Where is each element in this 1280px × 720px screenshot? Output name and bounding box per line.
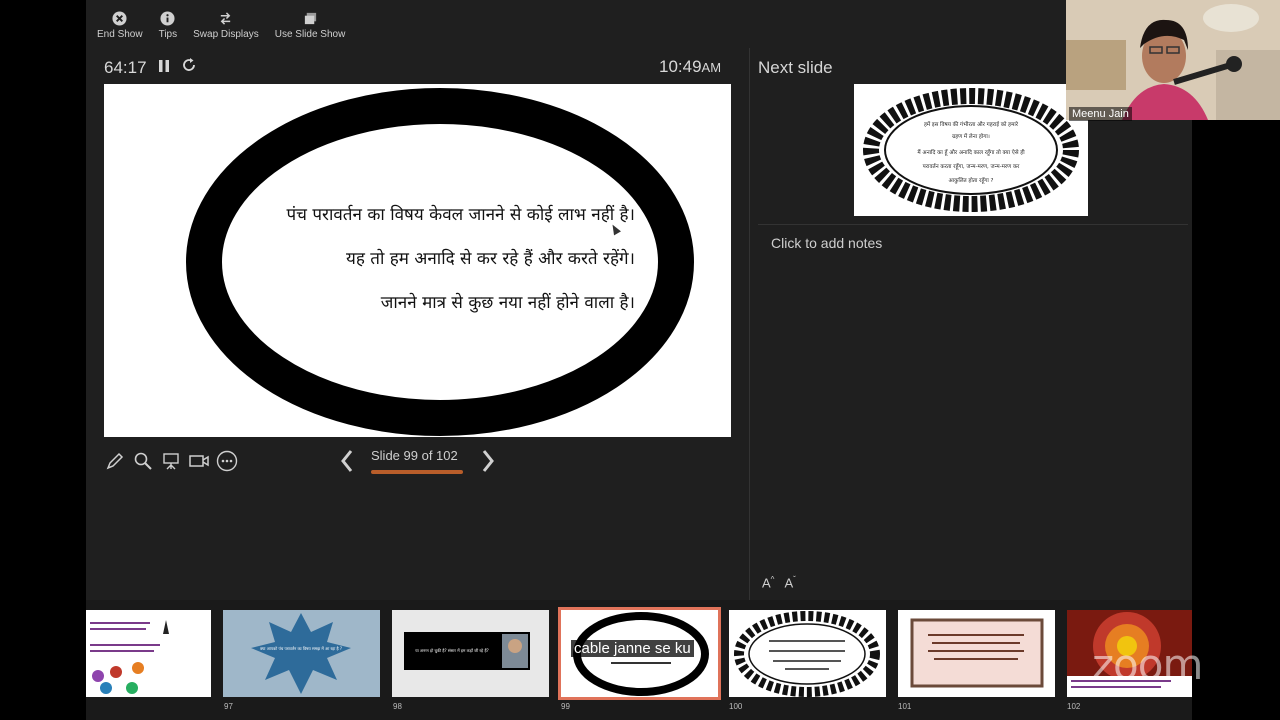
pen-icon[interactable]: [104, 449, 126, 473]
decrease-font-button[interactable]: Aˇ: [784, 575, 795, 590]
reset-icon[interactable]: [181, 57, 197, 78]
camera-icon[interactable]: [188, 449, 210, 473]
zoom-icon[interactable]: [132, 449, 154, 473]
slide-line-1: पंच परावर्तन का विषय केवल जानने से कोई ल…: [286, 205, 635, 225]
slide-line-3: जानने मात्र से कुछ नया नहीं होने वाला है…: [380, 293, 635, 313]
t97-text: क्या आपको पंच परावर्तन का विषय समझ में आ…: [260, 646, 342, 651]
live-caption: cable janne se ku: [571, 640, 694, 657]
pause-icon[interactable]: [157, 58, 171, 78]
tips-button[interactable]: Tips: [154, 0, 183, 46]
slide-number-99: 99: [561, 702, 570, 711]
tips-label: Tips: [158, 29, 178, 40]
slide-thumb-101[interactable]: [898, 610, 1055, 697]
slide-number-101: 101: [898, 702, 912, 711]
use-slide-show-button[interactable]: Use Slide Show: [270, 0, 351, 46]
zoom-watermark: zoom: [1092, 640, 1203, 689]
elapsed-time: 64:17: [104, 57, 147, 77]
presenter-view: End Show Tips Swap Displays Use Slide Sh…: [86, 0, 1192, 720]
notes-area[interactable]: Click to add notes: [771, 235, 882, 251]
slide-thumbnail-strip: क्या आपको पंच परावर्तन का विषय समझ में आ…: [86, 600, 1192, 720]
current-slide: पंच परावर्तन का विषय केवल जानने से कोई ल…: [104, 84, 731, 437]
participant-video-frame: [1066, 0, 1280, 120]
swap-arrows-icon: [218, 10, 234, 26]
next-thumb-line-2: ग्रहण में लेना होगा।: [952, 134, 990, 140]
slide-number-100: 100: [729, 702, 743, 711]
info-icon: [160, 10, 176, 26]
next-thumb-line-3: मैं अनादि का हूँ और अनादि काल रहूँगा तो …: [917, 150, 1025, 156]
next-slide-title: Next slide: [758, 58, 833, 77]
slide-thumb-100[interactable]: [729, 610, 886, 697]
participant-name: Meenu Jain: [1069, 107, 1132, 121]
panel-divider: [749, 48, 750, 608]
chevron-right-icon: [482, 450, 494, 472]
font-size-controls: A^ Aˇ: [762, 575, 796, 590]
close-circle-icon: [112, 10, 128, 26]
slide-number-97: 97: [224, 702, 233, 711]
slide-tools: [104, 449, 238, 473]
slide-line-2: यह तो हम अनादि से कर रहे हैं और करते रहे…: [345, 249, 635, 269]
swap-displays-button[interactable]: Swap Displays: [188, 0, 264, 46]
toolbar: End Show Tips Swap Displays Use Slide Sh…: [86, 0, 350, 46]
slideshow-icon: [302, 10, 318, 26]
timer: 64:17: [104, 57, 197, 78]
use-slide-show-label: Use Slide Show: [274, 29, 346, 40]
notes-divider: [758, 224, 1188, 225]
chevron-left-icon: [341, 450, 353, 472]
slide-thumb-96[interactable]: [86, 610, 211, 697]
slide-thumb-98[interactable]: या अनन्त हो चुकी है? संसार में हम कहाँ ज…: [392, 610, 549, 697]
previous-slide-button[interactable]: [337, 448, 357, 474]
current-clock: 10:49AM: [659, 57, 721, 77]
swap-displays-label: Swap Displays: [193, 29, 259, 40]
increase-font-button[interactable]: A^: [762, 575, 774, 590]
slide-counter: Slide 99 of 102: [371, 448, 458, 463]
next-slide-button[interactable]: [478, 448, 498, 474]
slide-number-102: 102: [1067, 702, 1081, 711]
next-slide-preview[interactable]: हमें इस विषय की गंभीरता और गहराई को हमार…: [854, 84, 1088, 216]
increase-font-label: A: [762, 575, 771, 591]
clock-ampm: AM: [701, 60, 722, 75]
slide-thumb-97[interactable]: क्या आपको पंच परावर्तन का विषय समझ में आ…: [223, 610, 380, 697]
next-thumb-line-1: हमें इस विषय की गंभीरता और गहराई को हमार…: [923, 122, 1019, 128]
laser-pointer-icon[interactable]: [160, 449, 182, 473]
participant-video[interactable]: [1066, 0, 1280, 120]
end-show-label: End Show: [97, 29, 143, 40]
more-options-icon[interactable]: [216, 449, 238, 473]
next-thumb-line-4: परावर्तन करता रहूँगा, जन्म-मरण, जन्म-मरण…: [922, 164, 1020, 170]
slide-progress-bar: [371, 470, 463, 474]
next-thumb-line-5: आकुलित होता रहूँगा ?: [948, 178, 994, 184]
slide-number-98: 98: [393, 702, 402, 711]
clock-time: 10:49: [659, 57, 702, 76]
decrease-font-label: A: [784, 575, 794, 591]
end-show-button[interactable]: End Show: [92, 0, 148, 46]
